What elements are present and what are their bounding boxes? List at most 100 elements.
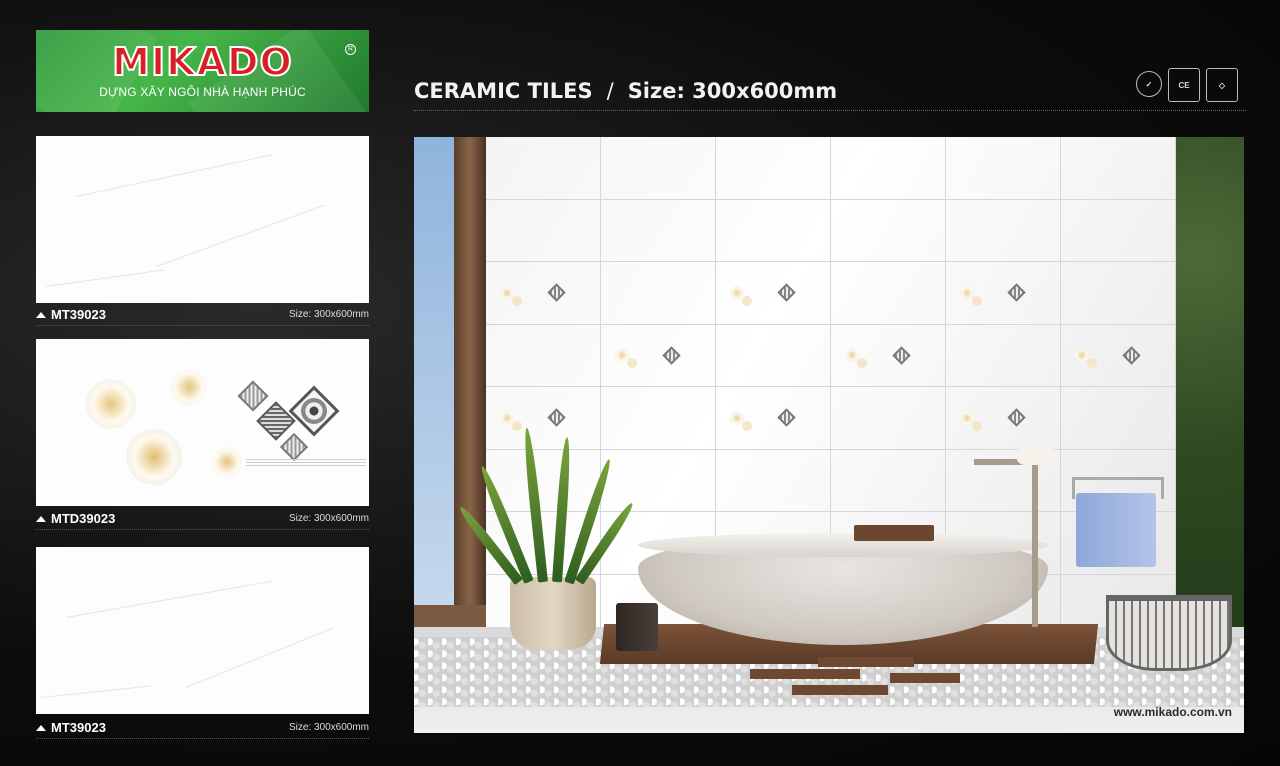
brand-name: MIKADO: [111, 39, 293, 85]
quacert-icon: ✓: [1136, 71, 1162, 97]
wall-tile: [1061, 199, 1176, 262]
wall-tile: [486, 387, 601, 450]
diamond-icon: [662, 346, 681, 365]
quality-mark-icon: ◇: [1206, 68, 1238, 102]
tile-decor: [730, 283, 796, 302]
rose-icon: [500, 410, 514, 425]
towel-icon: [1076, 493, 1156, 567]
wall-tile: [831, 137, 946, 200]
diamond-icon: [547, 283, 566, 302]
wall-tile: [831, 262, 946, 325]
wall-tile: [1061, 137, 1176, 200]
rose-icon: [730, 285, 744, 300]
wall-tile: [716, 262, 831, 325]
wall-tile: [1061, 262, 1176, 325]
page-title: CERAMIC TILES / Size: 300x600mm: [414, 79, 837, 109]
wall-tile: [486, 324, 601, 387]
rose-icon: [1075, 348, 1089, 363]
wall-tile: [946, 387, 1061, 450]
rose-icon: [730, 410, 744, 425]
tile-code: MT39023: [51, 720, 106, 735]
wall-tile: [946, 262, 1061, 325]
tile-caption-2: MTD39023 Size: 300x600mm: [36, 508, 369, 530]
wall-tile: [486, 449, 601, 512]
rose-icon: [615, 348, 629, 363]
candle-jar: [616, 603, 658, 651]
wall-tile: [486, 262, 601, 325]
wall-tile: [486, 199, 601, 262]
tile-decor: [500, 408, 566, 427]
wall-tile: [831, 449, 946, 512]
tile-code: MT39023: [51, 307, 106, 322]
tile-swatch-1[interactable]: [36, 136, 369, 303]
wall-tile: [716, 387, 831, 450]
wall-tile: [831, 199, 946, 262]
wall-tile: [601, 262, 716, 325]
wall-tile: [1061, 324, 1176, 387]
wall-tile: [716, 137, 831, 200]
diamond-motif: [236, 379, 346, 462]
tile-decor: [500, 283, 566, 302]
tile-decor: [960, 408, 1026, 427]
header-divider: [414, 110, 1246, 111]
wall-tile: [486, 137, 601, 200]
window-glass: [414, 137, 454, 607]
wall-tile: [601, 324, 716, 387]
wall-tile: [601, 199, 716, 262]
certification-badges: ✓ CE ◇: [1136, 68, 1238, 104]
tile-size: Size: 300x600mm: [288, 513, 369, 524]
diamond-icon: [1007, 408, 1026, 427]
bath-tray: [854, 525, 934, 541]
tile-size: Size: 300x600mm: [288, 309, 369, 320]
tile-decor: [960, 283, 1026, 302]
diamond-icon: [547, 408, 566, 427]
product-type: CERAMIC TILES: [414, 79, 593, 103]
tile-decor: [1075, 346, 1141, 365]
rose-motif: [76, 369, 207, 489]
wall-tile: [601, 137, 716, 200]
diamond-icon: [777, 408, 796, 427]
wall-tile: [716, 199, 831, 262]
faucet: [1032, 447, 1038, 627]
tile-caption-3: MT39023 Size: 300x600mm: [36, 717, 369, 739]
wall-tile: [716, 324, 831, 387]
basket-icon: [1106, 595, 1232, 671]
wall-tile: [946, 199, 1061, 262]
triangle-icon: [36, 515, 46, 522]
plant-icon: [510, 577, 596, 649]
diamond-icon: [1122, 346, 1141, 365]
tile-decor: [615, 346, 681, 365]
registered-mark: R: [345, 44, 356, 55]
wall-tile: [946, 137, 1061, 200]
catalog-page: MIKADO R DỰNG XÂY NGÔI NHÀ HẠNH PHÚC CER…: [0, 0, 1280, 766]
rose-icon: [960, 410, 974, 425]
bathroom-scene: www.mikado.com.vn: [414, 137, 1244, 733]
tile-caption-1: MT39023 Size: 300x600mm: [36, 304, 369, 326]
diamond-icon: [892, 346, 911, 365]
wall-tile: [1061, 387, 1176, 450]
wall-tile: [946, 324, 1061, 387]
triangle-icon: [36, 724, 46, 731]
rose-icon: [960, 285, 974, 300]
product-size: Size: 300x600mm: [627, 79, 838, 103]
tile-decor: [730, 408, 796, 427]
title-separator: /: [606, 79, 614, 103]
ce-mark-icon: CE: [1168, 68, 1200, 102]
window-frame: [454, 137, 486, 627]
brand-logo: MIKADO R DỰNG XÂY NGÔI NHÀ HẠNH PHÚC: [36, 30, 369, 112]
triangle-icon: [36, 311, 46, 318]
tile-code: MTD39023: [51, 511, 116, 526]
wall-tile: [831, 324, 946, 387]
diamond-icon: [777, 283, 796, 302]
wall-tile: [601, 387, 716, 450]
tile-decor: [845, 346, 911, 365]
rose-icon: [500, 285, 514, 300]
rose-icon: [845, 348, 859, 363]
wall-tile: [831, 387, 946, 450]
tile-swatch-3[interactable]: [36, 547, 369, 714]
brand-slogan: DỰNG XÂY NGÔI NHÀ HẠNH PHÚC: [99, 85, 306, 99]
wall-tile: [716, 449, 831, 512]
wall-tile: [601, 449, 716, 512]
tile-swatch-2[interactable]: [36, 339, 369, 506]
website-url[interactable]: www.mikado.com.vn: [1114, 705, 1232, 719]
